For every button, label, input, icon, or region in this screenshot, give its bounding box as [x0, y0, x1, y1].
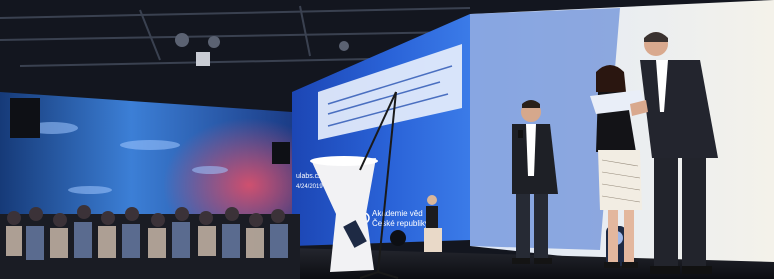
screen-side-date: 4/24/2019 — [296, 184, 323, 190]
speaker-box-left — [10, 98, 40, 138]
conference-stage-photo: ulabs.cz 4/24/2019 Akademie věd České re… — [0, 0, 774, 279]
academy-name-line-1: Akademie věd — [372, 209, 423, 218]
audience — [0, 205, 300, 279]
speaker-box-center — [272, 142, 290, 164]
academy-name-line-2: České republiky — [372, 219, 429, 228]
podium-top — [310, 156, 378, 166]
